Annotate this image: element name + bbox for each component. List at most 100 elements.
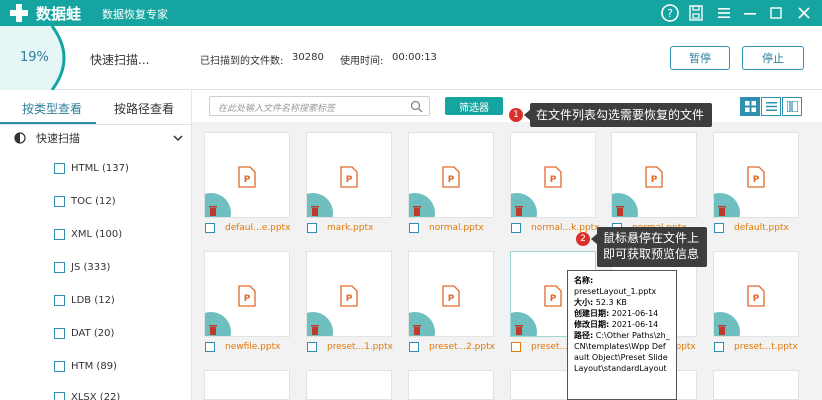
svg-text:P: P [753,175,760,185]
svg-text:P: P [448,294,455,304]
checkbox[interactable] [409,342,419,352]
tab-by-path[interactable]: 按路径查看 [114,100,174,117]
tree-item-html[interactable]: HTML (137) [54,160,129,176]
file-card[interactable] [713,370,799,400]
file-label-row[interactable]: mark.pptx [307,221,373,235]
tab-by-type[interactable]: 按类型查看 [22,100,82,117]
progress-percent: 19% [20,50,49,65]
file-card[interactable]: P [408,251,494,337]
file-label-row[interactable]: defaul...e.pptx [205,221,290,235]
file-name: defaul...e.pptx [225,223,291,233]
tooltip-created-value: 2021-06-14 [611,309,659,318]
checkbox[interactable] [714,342,724,352]
file-card[interactable]: P [306,251,392,337]
deleted-trash-icon [413,206,421,216]
checkbox[interactable] [205,342,215,352]
tree-item-htm[interactable]: HTM (89) [54,358,117,374]
checkbox[interactable] [54,195,65,207]
file-card[interactable] [408,370,494,400]
grid-view-icon [744,101,756,112]
pptx-file-icon: P [238,166,256,188]
minimize-icon[interactable] [740,3,760,23]
tree-item-xlsx[interactable]: XLSX (22) [54,389,120,400]
close-icon[interactable] [794,3,814,23]
tooltip-modified-label: 修改日期: [574,320,610,329]
checkbox[interactable] [54,228,65,240]
checkbox[interactable] [54,360,65,372]
checkbox[interactable] [714,223,724,233]
callout-select-files: 在文件列表勾选需要恢复的文件 [530,103,712,127]
file-name: normal...k.pptx [531,223,600,233]
checkbox[interactable] [54,162,65,174]
file-name: normal.pptx [429,223,484,233]
tree-item-toc[interactable]: TOC (12) [54,193,116,209]
tree-item-xml[interactable]: XML (100) [54,226,122,242]
file-name: preset...1.pptx [327,342,393,352]
checkbox[interactable] [307,223,317,233]
pptx-file-icon: P [544,166,562,188]
tooltip-name-value: presetLayout_1.pptx [574,287,657,296]
pptx-file-icon: P [747,285,765,307]
file-card[interactable]: P [306,132,392,218]
file-label-row[interactable]: default.pptx [714,221,789,235]
pause-button[interactable]: 暂停 [670,46,730,70]
tree-item-dat[interactable]: DAT (20) [54,325,114,341]
svg-text:P: P [448,175,455,185]
deleted-trash-icon [311,206,319,216]
file-card[interactable] [306,370,392,400]
file-label-row[interactable]: newfile.pptx [205,340,280,354]
svg-text:P: P [346,175,353,185]
checkbox[interactable] [54,391,65,400]
search-input[interactable]: 在此处输入文件名称搜索标签 [209,96,430,116]
file-label-row[interactable]: preset...t.pptx [714,340,798,354]
file-card[interactable]: P [408,132,494,218]
tree-item-label: XML (100) [71,228,123,240]
file-label-row[interactable]: preset...2.pptx [409,340,495,354]
files-count-label: 已扫描到的文件数: [200,56,284,67]
tree-item-js[interactable]: JS (333) [54,259,110,275]
checkbox[interactable] [409,223,419,233]
tooltip-path-label: 路径: [574,331,594,340]
menu-icon[interactable] [714,3,734,23]
file-card[interactable] [204,370,290,400]
deleted-trash-icon [311,325,319,335]
tree-item-ldb[interactable]: LDB (12) [54,292,115,308]
logo-icon [10,4,28,22]
checkbox[interactable] [54,294,65,306]
checkbox[interactable] [205,223,215,233]
checkbox[interactable] [511,223,521,233]
file-name: preset...t.pptx [734,342,798,352]
save-icon[interactable] [686,3,706,23]
filter-button[interactable]: 筛选器 [445,97,503,115]
file-card[interactable]: P [713,132,799,218]
pptx-file-icon: P [340,166,358,188]
file-card[interactable]: P [204,132,290,218]
file-name: mark.pptx [327,223,374,233]
deleted-trash-icon [413,325,421,335]
file-card[interactable]: P [713,251,799,337]
tree-item-label: TOC (12) [71,195,116,207]
chevron-down-icon[interactable] [172,133,184,143]
tree-root-quick-scan[interactable]: 快速扫描 [0,126,192,150]
time-value: 00:00:13 [392,52,437,63]
callout-line-2: 即可获取预览信息 [603,247,700,261]
detail-view-button[interactable] [782,97,802,116]
search-icon[interactable] [410,100,423,113]
stop-button[interactable]: 停止 [742,46,804,70]
file-label-row[interactable]: normal.pptx [409,221,484,235]
file-label-row[interactable]: preset...1.pptx [307,340,393,354]
grid-view-button[interactable] [740,97,760,116]
checkbox[interactable] [54,327,65,339]
checkbox[interactable] [307,342,317,352]
file-card[interactable]: P [204,251,290,337]
file-card[interactable]: P [510,132,596,218]
list-view-button[interactable] [761,97,781,116]
maximize-icon[interactable] [766,3,786,23]
checkbox[interactable] [511,342,521,352]
help-icon[interactable]: ? [660,3,680,23]
file-name: preset...2.pptx [429,342,495,352]
time-label: 使用时间: [340,56,384,67]
svg-text:P: P [244,294,251,304]
checkbox[interactable] [54,261,65,273]
file-card[interactable]: P [611,132,697,218]
